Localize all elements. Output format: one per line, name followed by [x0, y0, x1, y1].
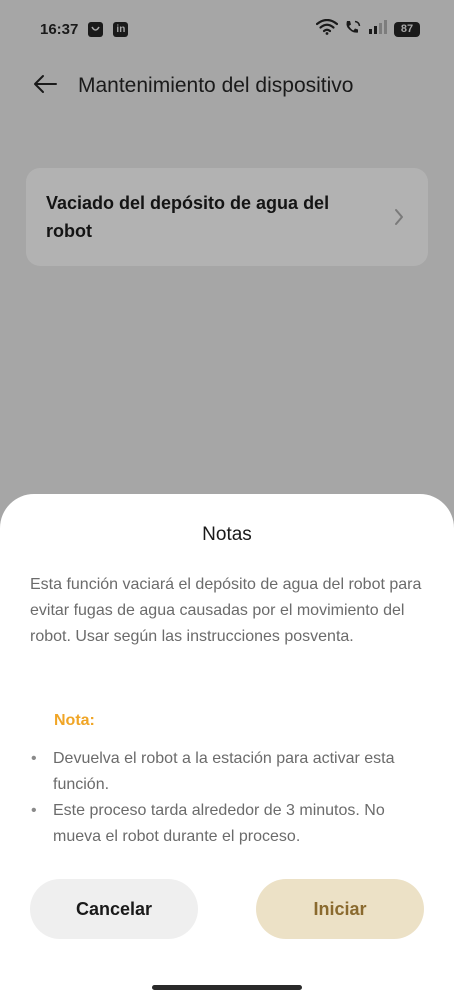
arrow-left-icon	[32, 73, 58, 100]
status-left: 16:37 in	[40, 20, 129, 38]
home-indicator[interactable]	[152, 985, 302, 990]
note-item: • Devuelva el robot a la estación para a…	[30, 746, 430, 798]
notes-bottom-sheet: Notas Esta función vaciará el depósito d…	[0, 494, 454, 1000]
dialog-title: Notas	[202, 524, 252, 545]
note-item-text: Este proceso tarda alrededor de 3 minuto…	[53, 802, 385, 845]
status-bar: 16:37 in 87	[0, 0, 454, 58]
chevron-right-icon	[394, 208, 404, 226]
linkedin-icon: in	[113, 21, 129, 37]
bullet-icon: •	[31, 802, 37, 819]
settings-item-label: Vaciado del depósito de agua del robot	[46, 193, 330, 241]
note-label: Nota:	[54, 712, 95, 729]
start-button[interactable]: Iniciar	[256, 879, 424, 939]
bullet-icon: •	[31, 750, 37, 767]
signal-icon	[368, 19, 388, 40]
dialog-body-text: Esta función vaciará el depósito de agua…	[30, 576, 422, 645]
app-bar: Mantenimiento del dispositivo	[30, 66, 430, 106]
back-button[interactable]	[30, 71, 60, 101]
note-item-text: Devuelva el robot a la estación para act…	[53, 750, 395, 793]
note-item: • Este proceso tarda alrededor de 3 minu…	[30, 798, 430, 850]
page-title: Mantenimiento del dispositivo	[78, 74, 354, 97]
battery-indicator: 87	[394, 21, 420, 37]
status-right: 87	[315, 18, 420, 40]
status-time: 16:37	[40, 20, 79, 38]
wifi-icon	[315, 18, 339, 40]
wifi-calling-icon	[344, 19, 362, 40]
chat-icon	[88, 21, 104, 37]
cancel-button[interactable]: Cancelar	[30, 879, 198, 939]
note-list: • Devuelva el robot a la estación para a…	[30, 746, 430, 850]
settings-item-drain-water-tank[interactable]: Vaciado del depósito de agua del robot	[26, 168, 428, 266]
